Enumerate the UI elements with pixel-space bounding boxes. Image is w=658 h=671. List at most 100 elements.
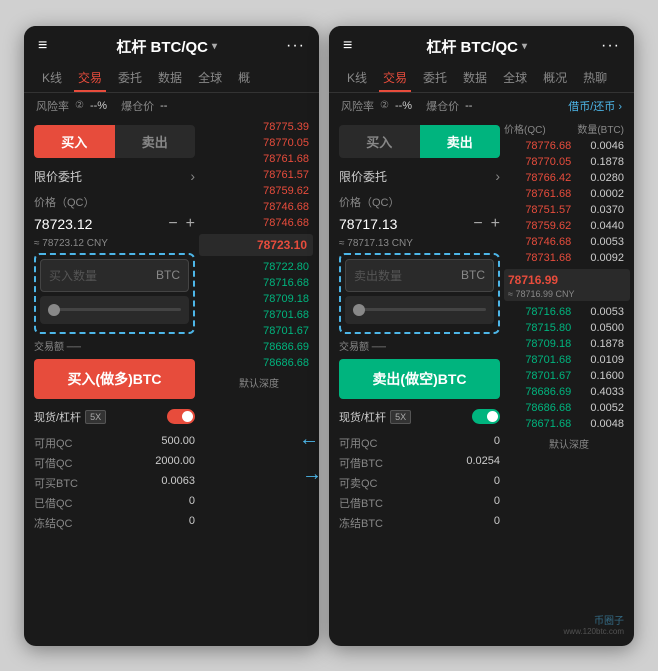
- ob-sell-row: 78731.680.0092: [504, 250, 634, 266]
- left-buy-tab[interactable]: 买入: [34, 125, 115, 158]
- left-qty-input[interactable]: 买入数量 BTC: [40, 259, 189, 292]
- left-sell-tab[interactable]: 卖出: [115, 125, 196, 158]
- right-tab-entrust[interactable]: 委托: [415, 63, 455, 92]
- left-phone-card: ≡ 杠杆 BTC/QC ▾ ··· K线 交易 委托 数据 全球 概 风险率 ②…: [24, 26, 319, 646]
- right-price-value-row: 78717.13 − +: [339, 215, 500, 233]
- left-title-arrow-icon[interactable]: ▾: [212, 41, 217, 52]
- left-minus-icon[interactable]: −: [168, 215, 177, 233]
- left-price-row: 价格（QC）: [34, 194, 195, 210]
- left-tab-kline[interactable]: K线: [34, 63, 70, 92]
- left-current-price: 78723.10: [199, 234, 313, 256]
- right-sell-button[interactable]: 卖出(做空)BTC: [339, 359, 500, 399]
- right-buy-tab[interactable]: 买入: [339, 125, 420, 158]
- left-leverage-badge[interactable]: 5X: [85, 410, 106, 424]
- left-hamburger-icon[interactable]: ≡: [38, 37, 47, 55]
- left-order-type[interactable]: 限价委托 ›: [34, 164, 195, 189]
- left-price-stepper[interactable]: − +: [168, 215, 195, 233]
- right-ob-header: 价格(QC) 数量(BTC): [504, 119, 634, 138]
- right-toggle[interactable]: [472, 409, 500, 424]
- left-order-type-arrow-icon: ›: [190, 168, 195, 184]
- ob-buy-row: 78686.680.0052: [504, 400, 634, 416]
- left-position-info: 可用QC 500.00 可借QC 2000.00 可买BTC 0.0063 已借…: [34, 429, 195, 537]
- left-leverage-label: 现货/杠杆: [34, 409, 81, 425]
- right-tab-global[interactable]: 全球: [495, 63, 535, 92]
- right-tab-overview[interactable]: 概况: [535, 63, 575, 92]
- left-risk-value: --%: [90, 100, 107, 112]
- ob-buy-row: 78709.180.1878: [504, 336, 634, 352]
- left-header-menu-icon[interactable]: ···: [286, 37, 305, 55]
- left-rate-label: 爆仓价: [121, 98, 154, 114]
- right-plus-icon[interactable]: +: [491, 215, 500, 233]
- right-risk-help-icon[interactable]: ②: [380, 100, 389, 111]
- ob-buy-row: 78716.680.0053: [504, 304, 634, 320]
- right-default-depth: 默认深度: [504, 432, 634, 455]
- left-header: ≡ 杠杆 BTC/QC ▾ ···: [24, 26, 319, 63]
- left-arrow-annotation: ←: [299, 428, 319, 451]
- ob-buy-row: 78671.680.0048: [504, 416, 634, 432]
- right-risk-label: 风险率: [341, 98, 374, 114]
- right-position-info: 可用QC 0 可借BTC 0.0254 可卖QC 0 已借BTC 0: [339, 429, 500, 537]
- left-header-title: 杠杆 BTC/QC ▾: [116, 36, 217, 57]
- right-current-price: 78716.99 ≈ 78716.99 CNY: [504, 269, 630, 301]
- right-price-stepper[interactable]: − +: [473, 215, 500, 233]
- right-rate-label: 爆仓价: [426, 98, 459, 114]
- ob-sell-row: 78751.570.0370: [504, 202, 634, 218]
- left-default-depth: 默认深度: [199, 371, 319, 394]
- right-price-row: 价格（QC）: [339, 194, 500, 210]
- ob-sell-row: 78746.680.0053: [504, 234, 634, 250]
- left-bs-tabs: 买入 卖出: [34, 125, 195, 158]
- right-cny-hint: ≈ 78717.13 CNY: [339, 238, 500, 249]
- right-borrow-link[interactable]: 借币/还币 ›: [568, 98, 622, 114]
- right-order-form: 买入 卖出 限价委托 › 价格（QC） 78717.13 − +: [329, 119, 504, 537]
- right-bs-tabs: 买入 卖出: [339, 125, 500, 158]
- ob-sell-row: 78766.420.0280: [504, 170, 634, 186]
- right-tab-trade[interactable]: 交易: [375, 63, 415, 92]
- left-order-form: 买入 卖出 限价委托 › 价格（QC） 78723.12 − +: [24, 119, 199, 537]
- right-leverage-badge[interactable]: 5X: [390, 410, 411, 424]
- left-price-value-row: 78723.12 − +: [34, 215, 195, 233]
- right-hamburger-icon[interactable]: ≡: [343, 37, 352, 55]
- left-order-book: 78775.39 78770.05 78761.68 78761.57 7875…: [199, 119, 319, 537]
- left-risk-help-icon[interactable]: ②: [75, 100, 84, 111]
- right-tab-data[interactable]: 数据: [455, 63, 495, 92]
- left-plus-icon[interactable]: +: [186, 215, 195, 233]
- left-slider[interactable]: [40, 296, 189, 324]
- left-info-bar: 风险率 ② --% 爆仓价 --: [24, 93, 319, 119]
- ob-sell-row: 78759.620.0440: [504, 218, 634, 234]
- right-leverage-label: 现货/杠杆: [339, 409, 386, 425]
- right-order-book: 价格(QC) 数量(BTC) 78776.680.0046 78770.050.…: [504, 119, 634, 537]
- right-leverage-row: 现货/杠杆 5X: [339, 405, 500, 429]
- left-price-value: 78723.12: [34, 216, 92, 232]
- right-order-type[interactable]: 限价委托 ›: [339, 164, 500, 189]
- right-header: ≡ 杠杆 BTC/QC ▾ ···: [329, 26, 634, 63]
- right-header-menu-icon[interactable]: ···: [601, 37, 620, 55]
- left-tab-global[interactable]: 全球: [190, 63, 230, 92]
- left-tab-more[interactable]: 概: [230, 63, 258, 92]
- right-qty-unit: BTC: [461, 268, 485, 282]
- right-title-arrow-icon[interactable]: ▾: [522, 41, 527, 52]
- left-rate-value: --: [160, 100, 167, 112]
- right-risk-value: --%: [395, 100, 412, 112]
- left-tab-data[interactable]: 数据: [150, 63, 190, 92]
- ob-sell-row: 78776.680.0046: [504, 138, 634, 154]
- right-order-type-arrow-icon: ›: [495, 168, 500, 184]
- left-tab-trade[interactable]: 交易: [70, 63, 110, 92]
- left-tab-entrust[interactable]: 委托: [110, 63, 150, 92]
- right-arrow-annotation: →: [302, 463, 322, 486]
- right-sell-tab[interactable]: 卖出: [420, 125, 501, 158]
- left-toggle[interactable]: [167, 409, 195, 424]
- ob-sell-row: 78770.050.1878: [504, 154, 634, 170]
- left-leverage-row: 现货/杠杆 5X: [34, 405, 195, 429]
- right-tab-kline[interactable]: K线: [339, 63, 375, 92]
- right-rate-value: --: [465, 100, 472, 112]
- ob-buy-row: 78686.690.4033: [504, 384, 634, 400]
- right-nav-tabs: K线 交易 委托 数据 全球 概况 热聊: [329, 63, 634, 93]
- right-tab-chat[interactable]: 热聊: [575, 63, 615, 92]
- right-minus-icon[interactable]: −: [473, 215, 482, 233]
- right-slider[interactable]: [345, 296, 494, 324]
- right-qty-placeholder: 卖出数量: [354, 267, 402, 284]
- ob-sell-row: 78761.680.0002: [504, 186, 634, 202]
- left-buy-button[interactable]: 买入(做多)BTC: [34, 359, 195, 399]
- left-qty-placeholder: 买入数量: [49, 267, 97, 284]
- right-qty-input[interactable]: 卖出数量 BTC: [345, 259, 494, 292]
